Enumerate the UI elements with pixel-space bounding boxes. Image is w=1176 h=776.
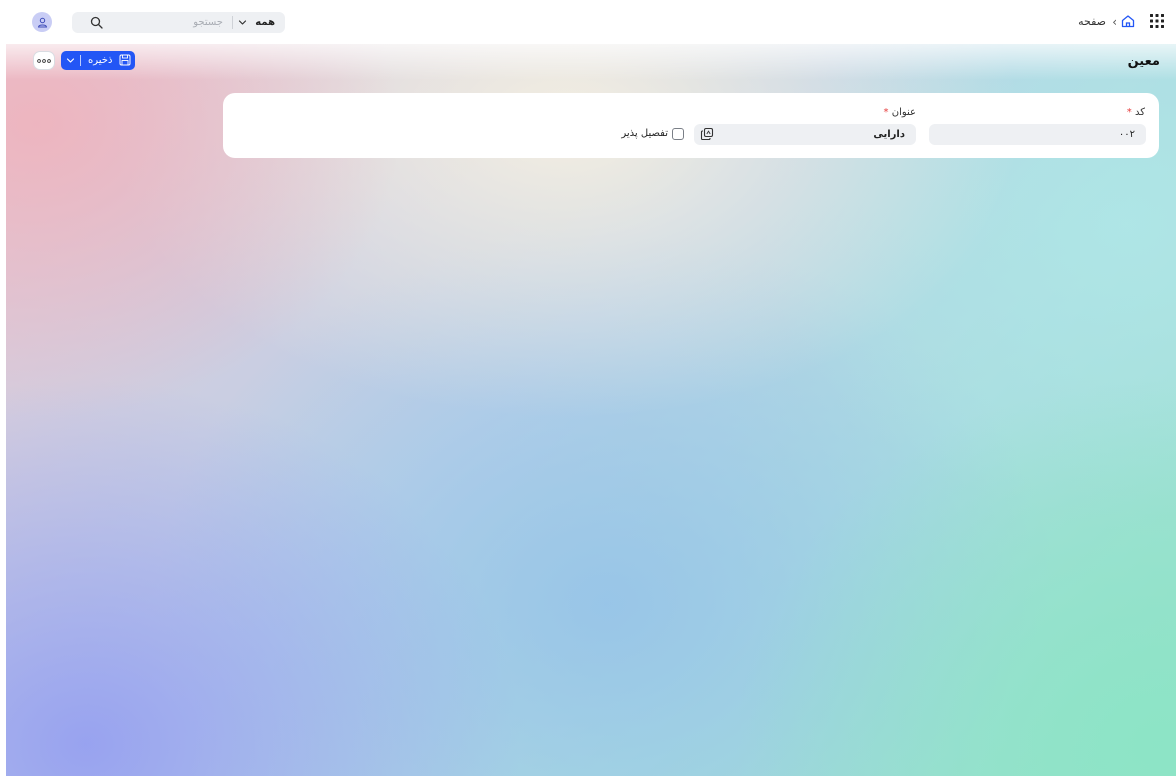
save-divider — [80, 55, 81, 66]
chevron-down-icon[interactable] — [66, 56, 75, 65]
chevron-down-icon[interactable] — [238, 18, 247, 27]
app-window: ‹ صفحه جستجو همه معین ذخیره کد * ۰۰۲ عنو… — [0, 0, 1176, 776]
search-scope-select[interactable]: همه — [255, 15, 275, 30]
home-icon[interactable] — [1120, 13, 1136, 29]
title-field[interactable]: دارایی — [694, 124, 916, 145]
required-mark: * — [1126, 107, 1132, 118]
breadcrumb-separator: ‹ — [1112, 15, 1117, 29]
code-field[interactable]: ۰۰۲ — [929, 124, 1146, 145]
title-value: دارایی — [873, 129, 905, 140]
copy-icon[interactable] — [700, 127, 714, 141]
more-options-button[interactable] — [33, 51, 55, 70]
code-label: کد * — [1127, 106, 1145, 120]
ellipsis-icon — [37, 58, 51, 63]
save-button-group: ذخیره — [61, 51, 135, 70]
title-label-text: عنوان — [891, 107, 916, 118]
search-bar[interactable]: جستجو همه — [72, 12, 285, 33]
search-input[interactable]: جستجو — [193, 15, 223, 30]
search-divider — [232, 16, 233, 29]
save-button[interactable]: ذخیره — [88, 53, 112, 68]
page-title: معین — [1127, 54, 1160, 69]
code-value: ۰۰۲ — [1118, 129, 1135, 140]
title-label: عنوان * — [884, 106, 916, 120]
grid-icon[interactable] — [1150, 14, 1164, 28]
code-label-text: کد — [1134, 107, 1145, 118]
floppy-disk-icon[interactable] — [119, 54, 131, 66]
top-bar: ‹ صفحه جستجو همه — [0, 0, 1176, 44]
breadcrumb-page[interactable]: صفحه — [1078, 14, 1106, 30]
avatar[interactable] — [32, 12, 52, 32]
search-icon[interactable] — [90, 16, 103, 29]
detailable-checkbox[interactable] — [672, 128, 684, 140]
detailable-label[interactable]: تفصیل پذیر — [621, 126, 668, 141]
toolbar-fade — [6, 44, 1176, 80]
required-mark: * — [883, 107, 889, 118]
user-icon — [37, 17, 47, 27]
form-card: کد * ۰۰۲ عنوان * دارایی تفصیل پذیر — [223, 93, 1159, 158]
